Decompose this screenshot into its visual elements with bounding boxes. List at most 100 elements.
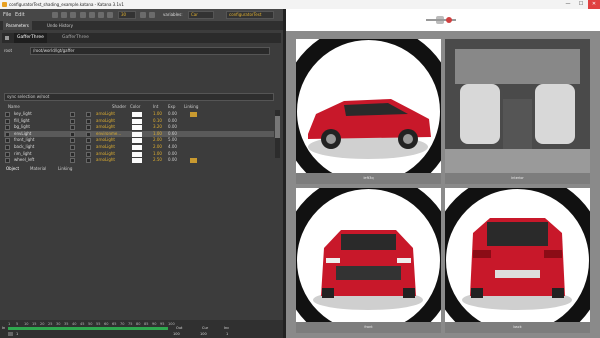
light-intensity[interactable]: 1.00 [153,151,162,158]
preview-render-icon[interactable] [70,12,76,18]
render-cell[interactable]: interior [445,39,590,184]
layout-icon[interactable] [98,12,104,18]
light-mute-checkbox[interactable] [70,118,75,124]
light-mute-checkbox[interactable] [70,151,75,157]
table-row[interactable]: rim_light arnoLight 1.00 0.00 [4,151,274,158]
node-name[interactable]: GafferThree [14,33,47,43]
light-color-swatch[interactable] [132,125,142,131]
light-shader[interactable]: arnoLight [96,144,115,151]
light-exposure[interactable]: 0.00 [168,151,177,158]
light-enable-checkbox[interactable] [5,112,10,117]
light-exposure[interactable]: 0.00 [168,118,177,125]
light-color-swatch[interactable] [132,118,142,124]
light-exposure[interactable]: 5.00 [168,137,177,144]
cur-value[interactable]: 100 [200,332,207,336]
render-icon[interactable] [61,12,67,18]
timeline-scrubber[interactable] [8,327,168,330]
light-linking-icon[interactable] [190,112,197,117]
light-exposure[interactable]: 4.00 [168,144,177,151]
light-solo-checkbox[interactable] [86,151,91,157]
configurator-dropdown[interactable]: configuratorTest [226,11,274,19]
flag-icon[interactable] [149,12,155,18]
menu-edit[interactable]: Edit [15,9,25,21]
subtab-object[interactable]: Object [6,165,19,173]
light-solo-checkbox[interactable] [86,125,91,131]
light-solo-checkbox[interactable] [86,131,91,137]
light-intensity[interactable]: 2.50 [153,157,162,164]
light-shader[interactable]: arnoLight [96,111,115,118]
light-solo-checkbox[interactable] [86,118,91,124]
light-color-swatch[interactable] [132,138,142,144]
light-enable-checkbox[interactable] [5,131,10,137]
out-value[interactable]: 100 [173,332,180,336]
path-field[interactable]: /root/world/lgt/gaffer [30,47,270,55]
light-intensity[interactable]: 2.00 [153,137,162,144]
light-exposure[interactable]: 0.00 [168,111,177,118]
light-intensity[interactable]: 2.00 [153,144,162,151]
minimize-button[interactable]: — [562,0,574,9]
tab-undo-history[interactable]: Undo History [44,21,76,30]
table-row[interactable]: back_light arnoLight 2.00 4.00 [4,144,274,151]
camera-icon[interactable] [107,12,113,18]
light-solo-checkbox[interactable] [86,145,91,150]
light-shader[interactable]: arnoLight [96,124,115,131]
light-exposure[interactable]: 0.00 [168,124,177,131]
table-scrollbar[interactable] [275,110,280,158]
light-exposure[interactable]: 0.60 [168,131,177,138]
subtab-linking[interactable]: Linking [58,165,72,173]
light-intensity[interactable]: 3.20 [153,124,162,131]
variables-dropdown[interactable]: Car [188,11,214,19]
light-mute-checkbox[interactable] [70,145,75,150]
light-shader[interactable]: arnoLight [96,137,115,144]
light-intensity[interactable]: 0.10 [153,118,162,125]
subtab-material[interactable]: Material [30,165,46,173]
light-color-swatch[interactable] [132,151,142,157]
light-intensity[interactable]: 1.00 [153,131,162,138]
table-row[interactable]: front_light arnoLight 2.00 5.00 [4,137,274,144]
record-icon[interactable] [446,17,452,23]
light-mute-checkbox[interactable] [70,138,75,144]
light-mute-checkbox[interactable] [70,112,75,117]
render-cell[interactable]: left3q [296,39,441,184]
frame-field[interactable]: 30 [118,11,136,19]
table-row[interactable]: fill_light arnoLight 0.10 0.00 [4,118,274,125]
light-solo-checkbox[interactable] [86,112,91,117]
table-row[interactable]: envLight environme... 1.00 0.60 [4,130,274,138]
light-enable-checkbox[interactable] [5,125,10,131]
render-cell[interactable]: front [296,188,441,333]
light-mute-checkbox[interactable] [70,131,75,137]
in-point-icon[interactable] [8,332,13,336]
settings-icon[interactable] [89,12,95,18]
light-shader[interactable]: arnoLight [96,157,115,164]
light-color-swatch[interactable] [132,145,142,150]
light-solo-checkbox[interactable] [86,158,91,164]
light-mute-checkbox[interactable] [70,158,75,164]
inc-value[interactable]: 1 [226,332,228,336]
light-shader[interactable]: arnoLight [96,151,115,158]
table-row[interactable]: wheel_left arnoLight 2.50 0.00 [4,157,274,164]
light-color-swatch[interactable] [132,131,142,137]
light-exposure[interactable]: 0.00 [168,157,177,164]
scrollbar-thumb[interactable] [275,116,280,138]
light-color-swatch[interactable] [132,112,142,117]
close-button[interactable]: ✕ [588,0,600,9]
stop-icon[interactable] [80,12,86,18]
in-value[interactable]: 1 [16,332,18,336]
table-row[interactable]: bg_light arnoLight 3.20 0.00 [4,124,274,131]
light-linking-icon[interactable] [190,158,197,164]
lock-icon[interactable] [140,12,146,18]
sync-selection-dropdown[interactable]: sync selection w/root [4,93,274,101]
light-shader[interactable]: environme... [96,131,121,138]
light-solo-checkbox[interactable] [86,138,91,144]
light-enable-checkbox[interactable] [5,138,10,144]
light-color-swatch[interactable] [132,158,142,164]
light-shader[interactable]: arnoLight [96,118,115,125]
maximize-button[interactable]: ☐ [575,0,587,9]
light-mute-checkbox[interactable] [70,125,75,131]
menu-file[interactable]: File [3,9,11,21]
light-enable-checkbox[interactable] [5,158,10,164]
render-cell[interactable]: back [445,188,590,333]
table-row[interactable]: key_light arnoLight 1.00 0.00 [4,111,274,118]
light-intensity[interactable]: 1.00 [153,111,162,118]
light-enable-checkbox[interactable] [5,151,10,157]
